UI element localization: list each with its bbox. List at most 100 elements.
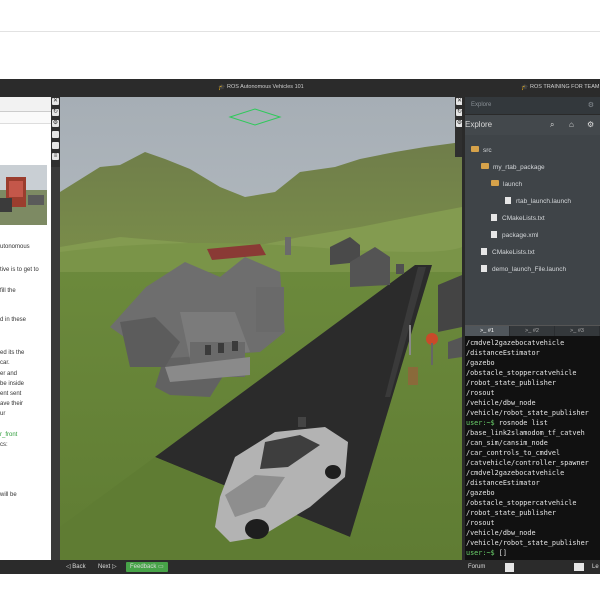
tree-label: launch [503, 181, 523, 188]
top-divider [0, 31, 600, 32]
explore-search-input[interactable]: Explore [471, 102, 491, 108]
terminal-tabs: >_ #1 >_ #2 >_ #3 [465, 325, 600, 336]
folder-icon [491, 180, 499, 187]
terminal-line: /cmdvel2gazebocatvehicle [466, 469, 565, 477]
notebook-subheader [0, 112, 51, 124]
mail-icon[interactable] [574, 563, 584, 575]
terminal-line: /vehicle/robot_state_publisher [466, 539, 589, 547]
feedback-label: Feedback [130, 564, 157, 570]
course-text-line: ent sent [0, 391, 22, 397]
close-icon[interactable]: ✕ [52, 98, 59, 105]
tree-label: package.xml [502, 232, 539, 240]
ide-panel: Explore ⚙ Explore ⌕ ⌂ ⚙ src my_rtab_packa… [465, 97, 600, 560]
course-text-line: er and [0, 371, 18, 377]
course-text-line: will be [0, 492, 17, 498]
tree-label: my_rtab_package [493, 164, 545, 171]
simulation-scene [60, 97, 462, 560]
terminal-line: /vehicle/dbw_node [466, 399, 536, 407]
tree-folder[interactable]: launch [491, 180, 523, 188]
back-button[interactable]: ◁ Back [66, 562, 86, 572]
course-text-line: cs: [0, 442, 8, 448]
course-title: ROS Autonomous Vehicles 101 [227, 84, 304, 90]
terminal-tab-2[interactable]: >_ #2 [510, 326, 554, 336]
home-icon[interactable]: ⌂ [569, 120, 574, 129]
terminal[interactable]: /cmdvel2gazebocatvehicle/distanceEstimat… [465, 336, 600, 560]
menu-icon[interactable]: ≡ [52, 153, 59, 160]
explore-header: Explore ⌕ ⌂ ⚙ [465, 115, 600, 135]
course-text-line: car. [0, 360, 10, 366]
title-bar: 🎓 ROS Autonomous Vehicles 101 🎓 ROS TRAI… [0, 79, 600, 97]
command: [] [494, 549, 507, 557]
terminal-line: /catvehicle/controller_spawner [466, 459, 589, 467]
tree-folder[interactable]: src [471, 146, 492, 154]
settings-icon[interactable]: ⚙ [52, 120, 59, 127]
course-notebook[interactable]: utonomous tive is to get to fill the d in t… [0, 97, 51, 560]
grid-icon[interactable] [505, 563, 514, 576]
course-image [0, 165, 47, 225]
prompt: user:~$ [466, 549, 495, 557]
terminal-line: /gazebo [466, 489, 495, 497]
tree-file[interactable]: rtab_launch.launch [505, 197, 571, 205]
file-icon [491, 214, 497, 221]
explore-search-bar[interactable]: Explore ⚙ [465, 97, 600, 115]
course-text-line: be inside [0, 381, 25, 387]
tree-folder[interactable]: my_rtab_package [481, 163, 545, 171]
course-text-line: ave their [0, 401, 24, 407]
terminal-tab-3[interactable]: >_ #3 [555, 326, 599, 336]
terminal-line: /rosout [466, 389, 495, 397]
tree-file[interactable]: demo_launch_File.launch [481, 265, 567, 274]
tree-file[interactable]: CMakeLists.txt [491, 214, 545, 222]
folder-icon [471, 146, 479, 153]
tree-file[interactable]: CMakeLists.txt [481, 248, 535, 256]
tree-file[interactable]: package.xml [491, 231, 539, 240]
terminal-line: /vehicle/robot_state_publisher [466, 409, 589, 417]
terminal-line: /cmdvel2gazebocatvehicle [466, 339, 565, 347]
file-icon [481, 248, 487, 255]
notebook-header [0, 97, 51, 112]
gazebo-viewport[interactable] [60, 97, 462, 560]
terminal-line: /car_controls_to_cmdvel [466, 449, 561, 457]
training-title: ROS TRAINING FOR TEAM [530, 84, 600, 90]
file-icon [505, 197, 511, 204]
bottom-bar: ◁ Back Next ▷ Feedback ▭ Forum Le [0, 560, 600, 574]
tree-label: src [483, 147, 492, 154]
terminal-line: /gazebo [466, 359, 495, 367]
tree-label: demo_launch_File.launch [492, 266, 567, 274]
file-tree: src my_rtab_packagelaunch rtab_launch.laun… [465, 135, 600, 315]
terminal-line: /vehicle/dbw_node [466, 529, 536, 537]
refresh-icon[interactable]: ↻ [52, 109, 59, 116]
folder-icon [481, 163, 489, 170]
notebook-toolbar: ✕ ↻ ⚙ ≡ [51, 97, 60, 167]
terminal-line: /obstacle_stoppercatvehicle [466, 499, 577, 507]
feedback-button[interactable]: Feedback ▭ [126, 562, 168, 572]
terminal-line: /robot_state_publisher [466, 379, 557, 387]
panel-icon[interactable] [52, 142, 59, 149]
chat-icon: ▭ [158, 564, 164, 570]
cap-icon: 🎓 [218, 85, 226, 91]
square-icon[interactable] [52, 131, 59, 138]
command: rosnode list [494, 419, 548, 427]
search-icon[interactable]: ⌕ [550, 120, 554, 130]
terminal-line: /rosout [466, 519, 495, 527]
settings-icon[interactable]: ⚙ [587, 120, 594, 129]
right-truncated-label: Le [592, 564, 599, 570]
terminal-line: /robot_state_publisher [466, 509, 557, 517]
terminal-line: /base_link2slamodom_tf_catveh [466, 429, 585, 437]
course-text-line: ed its the [0, 350, 25, 356]
next-button[interactable]: Next ▷ [98, 562, 117, 572]
course-text-line: fill the [0, 288, 16, 294]
terminal-tab-1[interactable]: >_ #1 [465, 326, 509, 336]
explore-title: Explore [465, 120, 493, 129]
terminal-line: /can_sim/cansim_node [466, 439, 548, 447]
terminal-line: /distanceEstimator [466, 349, 540, 357]
course-text-line: ur [0, 411, 6, 417]
cap-icon-2: 🎓 [521, 85, 529, 91]
file-icon [491, 231, 497, 238]
forum-link[interactable]: Forum [468, 562, 485, 572]
terminal-line: user:~$ rosnode list [466, 418, 548, 428]
app-window: 🎓 ROS Autonomous Vehicles 101 🎓 ROS TRAI… [0, 79, 600, 574]
settings-icon[interactable]: ⚙ [588, 101, 594, 109]
course-text-line: tive is to get to [0, 267, 39, 273]
terminal-line: /distanceEstimator [466, 479, 540, 487]
terminal-line: user:~$ [] [466, 548, 507, 558]
